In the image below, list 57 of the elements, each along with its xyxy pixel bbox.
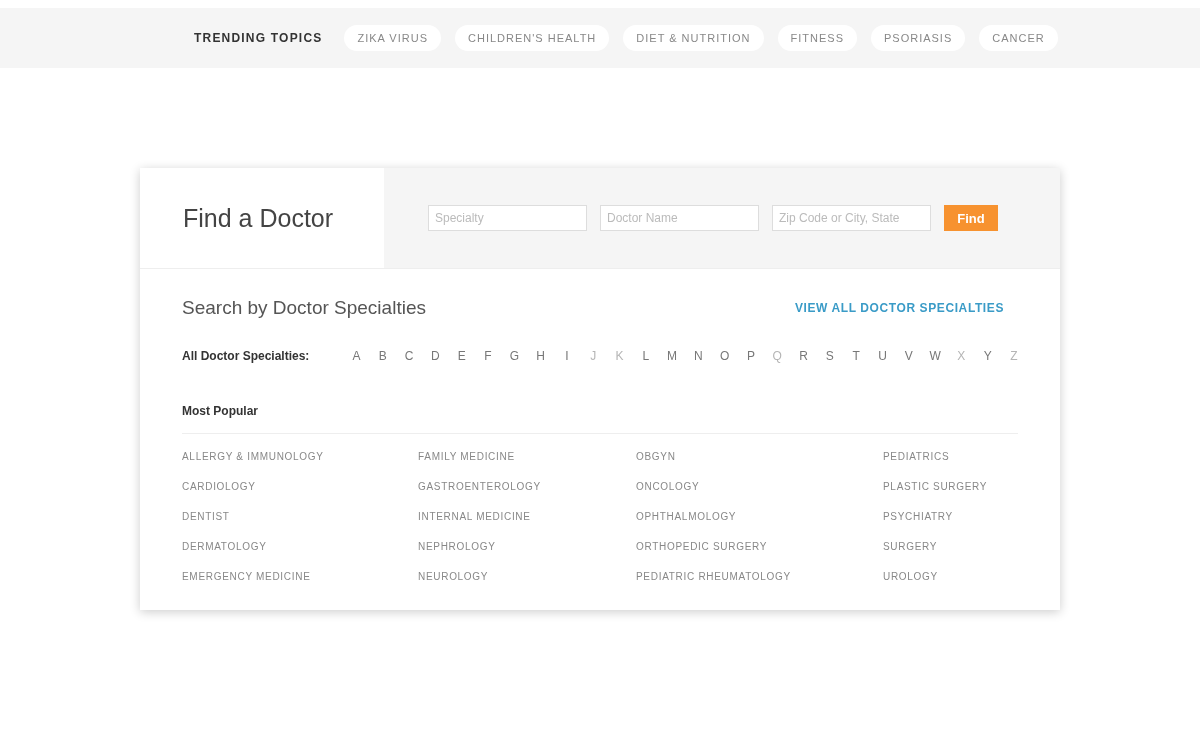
specialty-link[interactable]: EMERGENCY MEDICINE	[182, 570, 418, 584]
letter-link[interactable]: H	[527, 349, 554, 363]
topic-pill[interactable]: CANCER	[979, 25, 1058, 51]
specialty-link[interactable]: NEPHROLOGY	[418, 540, 636, 554]
letter-link[interactable]: I	[553, 349, 581, 363]
letter-link[interactable]: U	[869, 349, 896, 363]
trending-label: TRENDING TOPICS	[194, 31, 323, 45]
topic-pill[interactable]: ZIKA VIRUS	[344, 25, 441, 51]
letter-link[interactable]: C	[395, 349, 423, 363]
letter-link[interactable]: D	[422, 349, 449, 363]
letter-link[interactable]: W	[921, 349, 949, 363]
specialty-link[interactable]: ALLERGY & IMMUNOLOGY	[182, 450, 418, 464]
alphabet-label: All Doctor Specialties:	[182, 349, 310, 363]
specialty-link[interactable]: DENTIST	[182, 510, 418, 524]
find-button[interactable]: Find	[944, 205, 998, 231]
specialty-link[interactable]: INTERNAL MEDICINE	[418, 510, 636, 524]
popular-label: Most Popular	[182, 404, 258, 418]
search-field[interactable]: Zip Code or City, State	[772, 205, 931, 231]
specialty-link[interactable]: GASTROENTEROLOGY	[418, 480, 636, 494]
letter-link[interactable]: A	[343, 349, 370, 363]
specialty-link[interactable]: PEDIATRIC RHEUMATOLOGY	[636, 570, 883, 584]
specialty-link[interactable]: FAMILY MEDICINE	[418, 450, 636, 464]
letter-link[interactable]: R	[790, 349, 817, 363]
view-all-link[interactable]: VIEW ALL DOCTOR SPECIALTIES	[794, 301, 1004, 315]
specialty-link[interactable]: NEUROLOGY	[418, 570, 636, 584]
letter-link[interactable]: V	[895, 349, 922, 363]
letter-link[interactable]: B	[369, 349, 396, 363]
letter-link[interactable]: T	[843, 349, 870, 363]
specialty-link[interactable]: DERMATOLOGY	[182, 540, 418, 554]
specialty-link[interactable]: CARDIOLOGY	[182, 480, 418, 494]
specialty-link[interactable]: OBGYN	[636, 450, 883, 464]
letter-link[interactable]: S	[816, 349, 843, 363]
specialty-link[interactable]: OPHTHALMOLOGY	[636, 510, 883, 524]
topic-pill[interactable]: PSORIASIS	[870, 25, 966, 51]
search-field[interactable]: Doctor Name	[600, 205, 759, 231]
specialty-link[interactable]: PSYCHIATRY	[883, 510, 1018, 524]
letter-link[interactable]: N	[685, 349, 712, 363]
letter-link[interactable]: Y	[974, 349, 1001, 363]
letter-link[interactable]: F	[474, 349, 502, 363]
topic-pill[interactable]: FITNESS	[777, 25, 857, 51]
topic-pill[interactable]: DIET & NUTRITION	[623, 25, 764, 51]
specialty-link[interactable]: PLASTIC SURGERY	[883, 480, 1018, 494]
letter-link[interactable]: P	[737, 349, 765, 363]
topic-pill[interactable]: CHILDREN'S HEALTH	[455, 25, 610, 51]
search-field[interactable]: Specialty	[428, 205, 587, 231]
specialty-link[interactable]: UROLOGY	[883, 570, 1018, 584]
specialty-link[interactable]: SURGERY	[883, 540, 1018, 554]
letter-link[interactable]: E	[448, 349, 475, 363]
letter-link[interactable]: O	[711, 349, 738, 363]
specialty-link[interactable]: ORTHOPEDIC SURGERY	[636, 540, 883, 554]
section-heading: Search by Doctor Specialties	[182, 297, 426, 319]
letter-link[interactable]: M	[658, 349, 686, 363]
specialty-link[interactable]: PEDIATRICS	[883, 450, 1018, 464]
specialty-link[interactable]: ONCOLOGY	[636, 480, 883, 494]
letter-link[interactable]: L	[632, 349, 659, 363]
card-title: Find a Doctor	[183, 203, 334, 233]
letter-link[interactable]: G	[501, 349, 528, 363]
